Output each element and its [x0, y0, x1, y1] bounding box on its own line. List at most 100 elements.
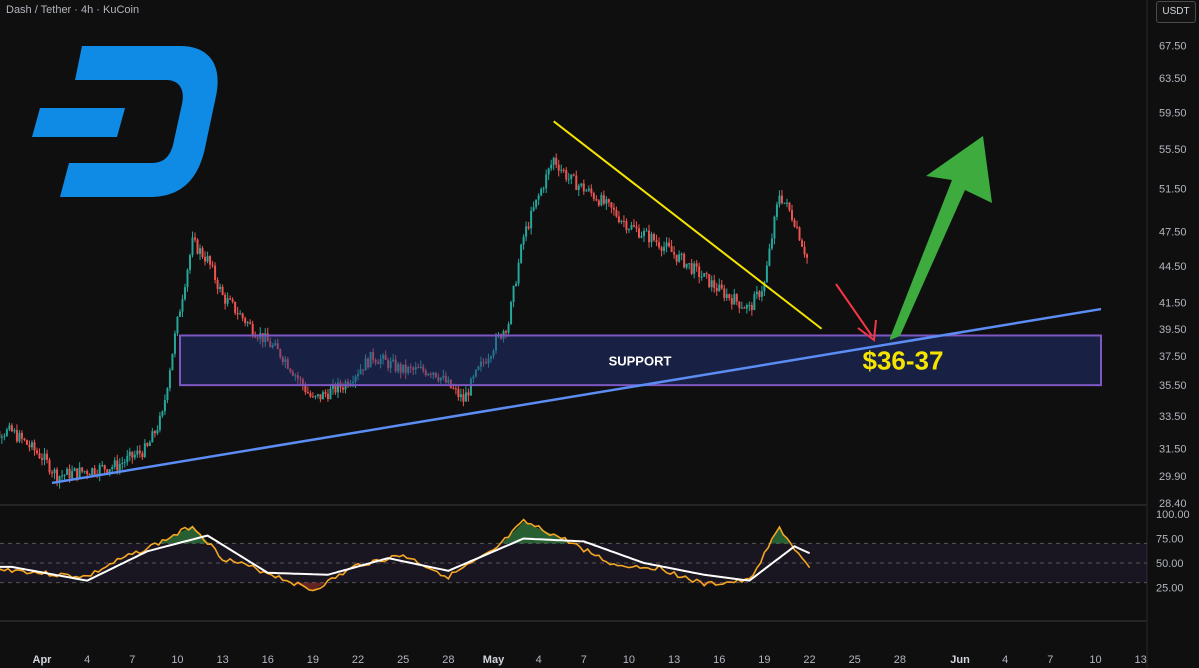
candle-body [241, 313, 244, 319]
time-tick-label: 13 [216, 654, 228, 666]
candle-body [783, 202, 786, 204]
price-tick-label: 29.90 [1159, 471, 1187, 483]
candle-body [25, 440, 28, 445]
candle-body [592, 193, 595, 200]
candle-body [703, 273, 706, 277]
time-tick-label: Jun [950, 654, 970, 666]
candle-body [580, 183, 583, 186]
time-tick-label: 4 [84, 654, 90, 666]
candle-body [663, 246, 666, 251]
candle-body [675, 254, 678, 262]
candle-body [770, 238, 773, 249]
candle-body [111, 466, 114, 470]
candle-body [688, 263, 691, 265]
candle-body [93, 468, 96, 475]
candle-body [83, 471, 86, 473]
dash-logo-bar [32, 108, 125, 137]
candle-body [176, 316, 179, 334]
candle-body [670, 246, 673, 253]
candle-body [321, 392, 324, 400]
price-tick-label: 55.50 [1159, 144, 1187, 156]
candle-body [602, 195, 605, 204]
candle-body [15, 430, 18, 442]
symbol-info: Dash / Tether · 4h · KuCoin [6, 4, 140, 16]
candle-body [532, 207, 535, 211]
candle-body [13, 430, 16, 432]
price-tick-label: 37.50 [1159, 351, 1187, 363]
currency-badge[interactable]: USDT [1156, 1, 1196, 23]
candle-body [655, 240, 658, 243]
candle-body [653, 234, 656, 241]
candle-body [785, 202, 788, 204]
candle-body [515, 283, 518, 286]
candle-body [81, 467, 84, 472]
price-tick-label: 67.50 [1159, 41, 1187, 53]
candle-body [319, 394, 322, 400]
candle-body [575, 175, 578, 190]
candle-body [658, 242, 661, 248]
candle-body [20, 432, 23, 439]
candle-body [229, 298, 232, 300]
candle-body [153, 431, 156, 434]
candle-body [53, 469, 56, 474]
candle-body [23, 438, 26, 441]
candle-body [535, 199, 538, 208]
candle-body [768, 248, 771, 266]
candle-body [216, 279, 219, 289]
time-tick-label: 22 [352, 654, 364, 666]
time-tick-label: 10 [171, 654, 183, 666]
candle-body [63, 474, 66, 476]
candle-body [683, 253, 686, 268]
candle-body [585, 190, 588, 192]
candle-body [530, 210, 533, 229]
candle-body [214, 265, 217, 280]
chart-canvas: SUPPORT$36-37 72.5067.5063.5059.5055.505… [0, 0, 1199, 668]
candle-body [224, 294, 227, 304]
candle-body [309, 393, 312, 397]
candle-body [33, 442, 36, 451]
candle-body [68, 468, 71, 479]
candle-body [106, 469, 109, 473]
time-tick-label: 7 [1047, 654, 1053, 666]
candle-body [690, 263, 693, 274]
candle-body [148, 442, 151, 446]
candle-body [673, 252, 676, 255]
time-tick-label: 7 [581, 654, 587, 666]
candle-body [796, 226, 799, 228]
candle-body [525, 226, 528, 237]
candle-body [735, 294, 738, 302]
candle-body [234, 301, 237, 313]
candle-body [326, 393, 329, 400]
candle-body [773, 216, 776, 239]
price-tick-label: 35.50 [1159, 380, 1187, 392]
candle-body [718, 284, 721, 292]
rsi-band [0, 543, 1147, 583]
candle-body [251, 323, 254, 336]
candle-body [715, 287, 718, 292]
candle-body [748, 304, 751, 306]
candle-body [743, 307, 746, 309]
candle-body [10, 425, 13, 432]
candle-body [620, 220, 623, 223]
candle-body [66, 468, 69, 475]
candle-body [678, 254, 681, 262]
candle-body [3, 435, 6, 437]
candle-body [665, 242, 668, 247]
candle-body [806, 254, 809, 258]
candle-body [607, 199, 610, 203]
candle-body [171, 353, 174, 371]
time-tick-label: 16 [713, 654, 725, 666]
candle-body [244, 318, 247, 323]
time-tick-label: 28 [442, 654, 454, 666]
candle-body [635, 226, 638, 229]
candle-body [720, 284, 723, 289]
candle-body [740, 307, 743, 309]
candle-body [211, 264, 214, 266]
candle-body [156, 429, 159, 434]
candle-body [459, 394, 462, 398]
price-tick-label: 59.50 [1159, 107, 1187, 119]
candle-body [542, 188, 545, 190]
candle-body [188, 255, 191, 270]
candle-body [151, 431, 154, 443]
candle-body [605, 199, 608, 204]
